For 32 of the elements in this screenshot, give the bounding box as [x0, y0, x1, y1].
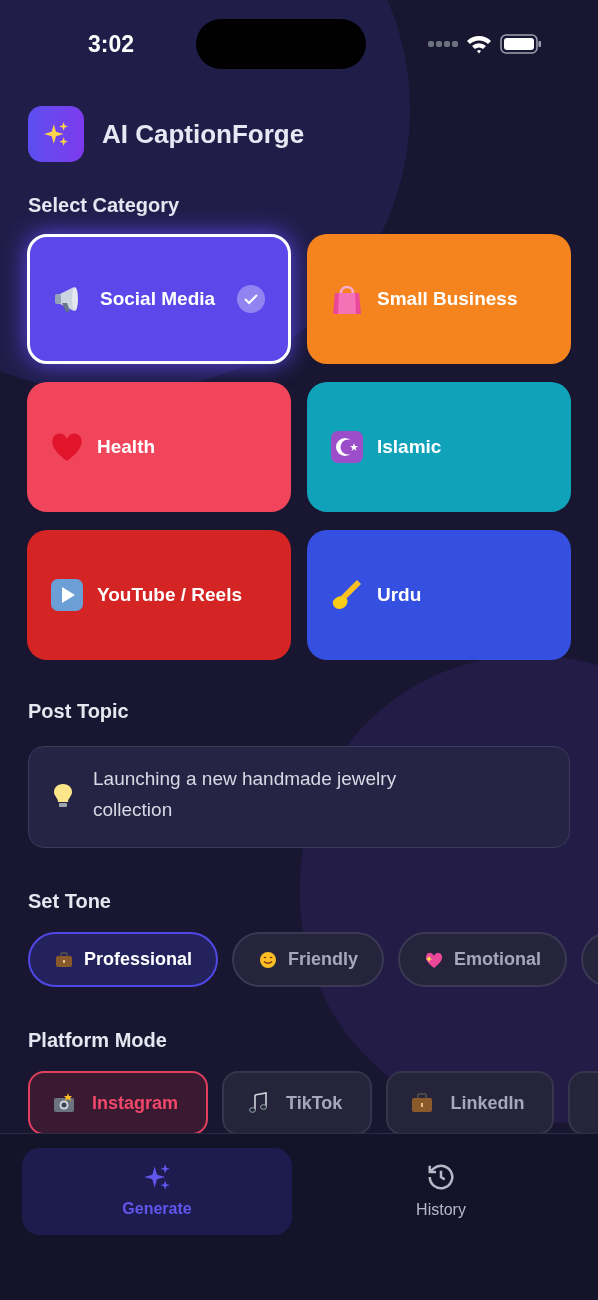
tone-chip[interactable]: Friendly — [232, 932, 385, 987]
status-time: 3:02 — [88, 29, 135, 59]
platform-chip[interactable]: TikTok — [222, 1071, 373, 1133]
battery-icon — [500, 34, 542, 54]
nav-tab[interactable]: History — [306, 1148, 576, 1235]
platform-chip[interactable]: Instagram — [28, 1071, 209, 1133]
smiley-icon — [258, 949, 279, 970]
wifi-icon — [466, 34, 492, 54]
lightbulb-icon — [53, 783, 73, 809]
section-title: Set Tone — [27, 889, 112, 914]
category-card[interactable]: Urdu — [307, 530, 571, 660]
sparkles-icon — [143, 1162, 171, 1191]
app-title: AI CaptionForge — [102, 117, 305, 151]
tone-chip[interactable]: Professional — [28, 932, 219, 987]
section-title: Platform Mode — [27, 1028, 168, 1053]
camera-icon — [52, 1091, 76, 1115]
category-card[interactable]: YouTube / Reels — [27, 530, 291, 660]
briefcase-icon — [54, 949, 74, 970]
play-icon — [49, 577, 85, 613]
platform-chip[interactable] — [568, 1071, 598, 1133]
section-title: Select Category — [27, 193, 181, 218]
briefcase-icon — [410, 1091, 435, 1115]
history-icon — [426, 1161, 456, 1192]
category-card[interactable]: Health — [27, 382, 291, 512]
category-card[interactable]: Social Media — [27, 234, 291, 364]
platform-chip[interactable]: LinkedIn — [386, 1071, 555, 1133]
signal-icon — [428, 41, 458, 47]
sparkles-icon — [43, 121, 69, 147]
tone-chip[interactable]: Emotional — [398, 932, 568, 987]
check-icon — [236, 284, 266, 314]
topic-field[interactable]: Launching a new handmade jewelry collection — [28, 746, 570, 848]
section-title: Post Topic — [27, 699, 130, 724]
